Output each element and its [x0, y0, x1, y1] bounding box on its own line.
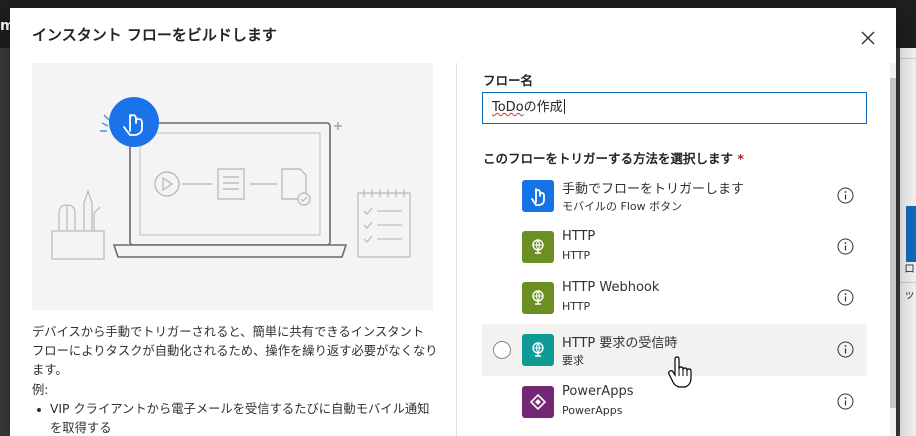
required-mark: * [737, 151, 744, 166]
bullet-icon [37, 408, 41, 412]
trigger-name: HTTP [562, 229, 596, 244]
hand-pointer-icon [668, 356, 692, 388]
globe-icon [522, 231, 554, 263]
powerapps-icon [522, 386, 554, 418]
build-instant-flow-dialog: インスタント フローをビルドします デバイスから手動でトリガーされると、簡単に共… [10, 8, 896, 436]
example-label: 例: [32, 383, 49, 397]
trigger-connector: モバイルの Flow ボタン [562, 200, 683, 213]
trigger-name: 手動でフローをトリガーします [562, 182, 745, 197]
flow-name-input[interactable]: ToDoの作成 [482, 92, 867, 124]
background-text: ッ [904, 288, 915, 301]
globe-icon [522, 334, 554, 366]
info-icon[interactable] [837, 289, 854, 306]
flow-diagram-illustration [154, 168, 311, 206]
example-item: VIP クライアントから電子メールを受信するたびに自動モバイル通知を取得する [32, 400, 436, 436]
dialog-title: インスタント フローをビルドします [32, 26, 277, 44]
text-caret [563, 99, 565, 114]
flow-name-label: フロー名 [483, 73, 534, 88]
touch-button-icon [109, 97, 159, 147]
globe-icon [522, 282, 554, 314]
trigger-connector: HTTP [562, 300, 591, 313]
close-icon[interactable] [856, 26, 880, 50]
info-icon[interactable] [837, 187, 854, 204]
info-icon[interactable] [837, 341, 854, 358]
trigger-option-http[interactable]: HTTP HTTP [482, 221, 867, 273]
trigger-label-text: このフローをトリガーする方法を選択します [483, 151, 734, 166]
dialog-scrollbar-thumb[interactable] [890, 78, 896, 408]
column-divider [456, 63, 457, 436]
trigger-connector: PowerApps [562, 404, 623, 417]
trigger-radio[interactable] [493, 341, 511, 359]
trigger-connector: HTTP [562, 249, 591, 262]
background-selected-bar [906, 206, 916, 262]
example-item-text: VIP クライアントから電子メールを受信するたびに自動モバイル通知を取得する [50, 402, 430, 435]
info-icon[interactable] [837, 238, 854, 255]
background-divider [900, 282, 916, 283]
touch-icon [522, 180, 554, 212]
hero-illustration [32, 63, 433, 310]
trigger-name: PowerApps [562, 384, 634, 399]
trigger-connector: 要求 [562, 354, 584, 367]
trigger-name: HTTP Webhook [562, 280, 660, 295]
trigger-option-manual[interactable]: 手動でフローをトリガーします モバイルの Flow ボタン [482, 170, 867, 222]
info-icon[interactable] [837, 393, 854, 410]
flow-name-text-misspelled: ToDo [492, 100, 524, 115]
trigger-label: このフローをトリガーする方法を選択します * [483, 148, 744, 167]
laptop-illustration [112, 122, 348, 258]
dialog-description: デバイスから手動でトリガーされると、簡単に共有できるインスタント フローによりタ… [32, 325, 438, 377]
background-app-panel: ロ ッ [900, 48, 916, 436]
background-text: ロ [904, 262, 915, 275]
background-divider [900, 58, 916, 59]
trigger-option-http-webhook[interactable]: HTTP Webhook HTTP [482, 272, 867, 324]
cactus-pot-illustration [51, 188, 105, 260]
checklist-illustration [357, 189, 411, 258]
flow-name-text: の作成 [523, 100, 563, 115]
trigger-name: HTTP 要求の受信時 [562, 336, 678, 351]
